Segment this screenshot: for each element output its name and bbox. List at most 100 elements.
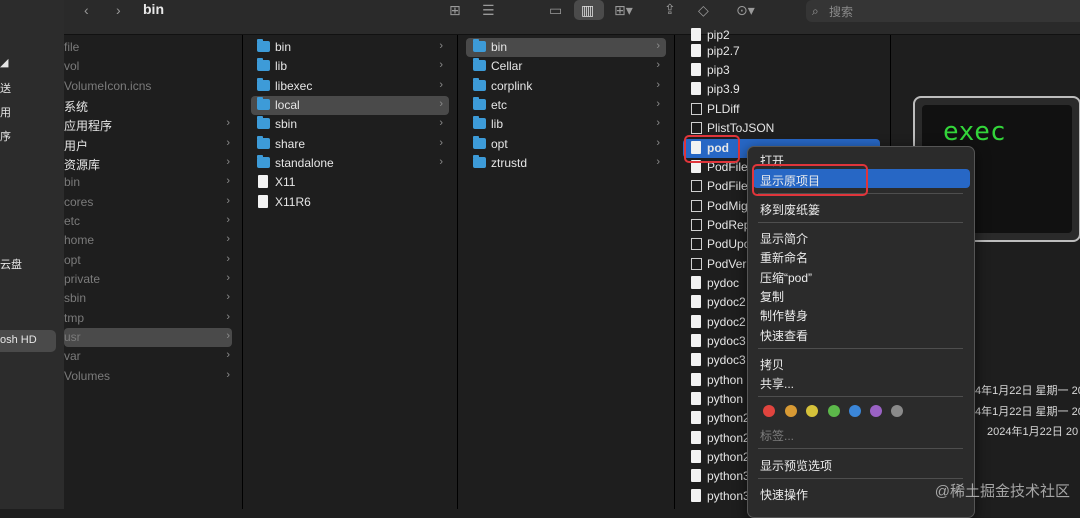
preview-date-modified: 4年1月22日 星期一 20 xyxy=(975,406,1080,418)
chevron-right-icon: › xyxy=(439,40,443,52)
list-item[interactable]: opt › xyxy=(458,135,674,154)
list-item[interactable]: etc › xyxy=(458,96,674,115)
menu-item-get-info[interactable]: 显示简介 xyxy=(760,230,808,247)
sidebar-item-applications[interactable]: 用 xyxy=(0,104,11,120)
icon-view-icon[interactable]: ⊞ xyxy=(449,0,461,20)
sidebar-item-airdrop[interactable]: 送 xyxy=(0,80,11,96)
list-item-selected[interactable]: local › xyxy=(251,96,449,115)
menu-item-copy[interactable]: 拷贝 xyxy=(760,356,784,373)
list-item-selected[interactable]: bin › xyxy=(466,38,666,57)
list-view-icon[interactable]: ☰ xyxy=(482,0,495,20)
list-item[interactable]: sbin › xyxy=(243,115,457,134)
group-icon[interactable]: ⊞▾ xyxy=(614,0,633,20)
forward-icon[interactable]: › xyxy=(116,0,121,20)
list-item[interactable]: pip3 xyxy=(675,61,890,80)
alias-file-icon xyxy=(691,431,701,444)
menu-item-tags[interactable]: 标签... xyxy=(760,427,794,444)
preview-date-created: 4年1月22日 星期一 20 xyxy=(975,385,1080,397)
column-view-button[interactable]: ▥ xyxy=(574,0,604,20)
list-item[interactable]: corplink › xyxy=(458,77,674,96)
chevron-right-icon: › xyxy=(439,156,443,168)
list-item[interactable]: PLDiff xyxy=(675,100,890,119)
list-item[interactable]: 用户 › xyxy=(64,135,242,154)
list-item-selected[interactable]: usr › xyxy=(64,328,232,347)
tag-dot-blue[interactable] xyxy=(849,405,861,417)
list-item[interactable]: etc › xyxy=(64,212,242,231)
sidebar-item-0[interactable]: ◢ xyxy=(0,56,8,69)
folder-icon xyxy=(257,58,270,71)
list-item[interactable]: lib › xyxy=(458,115,674,134)
alias-file-icon xyxy=(691,489,701,502)
chevron-right-icon: › xyxy=(656,40,660,52)
list-item[interactable]: tmp › xyxy=(64,309,242,328)
tag-dot-red[interactable] xyxy=(763,405,775,417)
list-item[interactable]: home › xyxy=(64,231,242,250)
list-item[interactable]: lib › xyxy=(243,57,457,76)
chevron-right-icon: › xyxy=(226,156,230,168)
list-item[interactable]: X11 xyxy=(243,173,457,192)
alias-file-icon xyxy=(691,411,701,424)
list-item[interactable]: file xyxy=(64,38,242,57)
more-actions-icon[interactable]: ⊙▾ xyxy=(736,0,755,20)
list-item[interactable]: sbin › xyxy=(64,289,242,308)
alias-file-icon xyxy=(691,450,701,463)
list-item[interactable]: X11R6 xyxy=(243,193,457,212)
menu-separator xyxy=(758,222,963,223)
share-icon[interactable]: ⇪ xyxy=(664,0,676,19)
list-item[interactable]: ztrustd › xyxy=(458,154,674,173)
list-item[interactable]: bin › xyxy=(243,38,457,57)
folder-icon xyxy=(473,39,486,52)
list-item[interactable]: standalone › xyxy=(243,154,457,173)
tag-dot-green[interactable] xyxy=(828,405,840,417)
list-item[interactable]: 应用程序 › xyxy=(64,115,242,134)
folder-icon xyxy=(257,78,270,91)
chevron-right-icon: › xyxy=(226,195,230,207)
menu-item-rename[interactable]: 重新命名 xyxy=(760,249,808,266)
list-item[interactable]: pip3.9 xyxy=(675,80,890,99)
annotation-box-show-original xyxy=(752,164,868,196)
tag-dot-gray[interactable] xyxy=(891,405,903,417)
menu-item-show-preview-options[interactable]: 显示预览选项 xyxy=(760,457,832,474)
list-item[interactable]: libexec › xyxy=(243,77,457,96)
list-item[interactable]: VolumeIcon.icns xyxy=(64,77,242,96)
list-item[interactable]: vol xyxy=(64,57,242,76)
search-placeholder: 搜索 xyxy=(829,5,854,19)
list-item[interactable]: bin › xyxy=(64,173,242,192)
list-item[interactable]: Volumes › xyxy=(64,367,242,386)
list-item[interactable]: opt › xyxy=(64,251,242,270)
menu-item-move-to-trash[interactable]: 移到废纸篓 xyxy=(760,201,820,218)
sidebar-item-macintosh-hd[interactable]: osh HD xyxy=(0,334,37,346)
list-item[interactable]: 系统 xyxy=(64,96,242,115)
tag-icon[interactable]: ◇ xyxy=(698,0,709,20)
annotation-box-pod xyxy=(684,135,740,163)
executable-icon xyxy=(691,219,702,231)
sidebar-item-icloud[interactable]: 云盘 xyxy=(0,256,22,272)
folder-icon xyxy=(257,136,270,149)
menu-item-make-alias[interactable]: 制作替身 xyxy=(760,307,808,324)
column-root: file vol VolumeIcon.icns 系统 应用程序 › 用户 › 资源… xyxy=(64,35,243,509)
list-item[interactable]: cores › xyxy=(64,193,242,212)
menu-item-quick-look[interactable]: 快速查看 xyxy=(760,327,808,344)
chevron-right-icon: › xyxy=(226,291,230,303)
chevron-right-icon: › xyxy=(226,311,230,323)
tag-dot-yellow[interactable] xyxy=(806,405,818,417)
menu-item-compress[interactable]: 压缩“pod” xyxy=(760,269,812,286)
gallery-view-icon[interactable]: ▭ xyxy=(549,0,562,20)
folder-icon xyxy=(473,78,486,91)
menu-item-duplicate[interactable]: 复制 xyxy=(760,288,784,305)
chevron-right-icon: › xyxy=(656,98,660,110)
menu-item-quick-actions[interactable]: 快速操作 xyxy=(760,486,808,503)
list-item[interactable]: share › xyxy=(243,135,457,154)
list-item[interactable]: private › xyxy=(64,270,242,289)
list-item[interactable]: pip2.7 xyxy=(675,42,890,61)
sidebar-item-programs[interactable]: 序 xyxy=(0,128,11,144)
list-item[interactable]: Cellar › xyxy=(458,57,674,76)
back-icon[interactable]: ‹ xyxy=(84,0,89,20)
menu-separator xyxy=(758,348,963,349)
chevron-right-icon: › xyxy=(226,349,230,361)
list-item[interactable]: var › xyxy=(64,347,242,366)
tag-dot-purple[interactable] xyxy=(870,405,882,417)
menu-item-share[interactable]: 共享... xyxy=(760,375,794,392)
list-item[interactable]: 资源库 › xyxy=(64,154,242,173)
tag-dot-orange[interactable] xyxy=(785,405,797,417)
